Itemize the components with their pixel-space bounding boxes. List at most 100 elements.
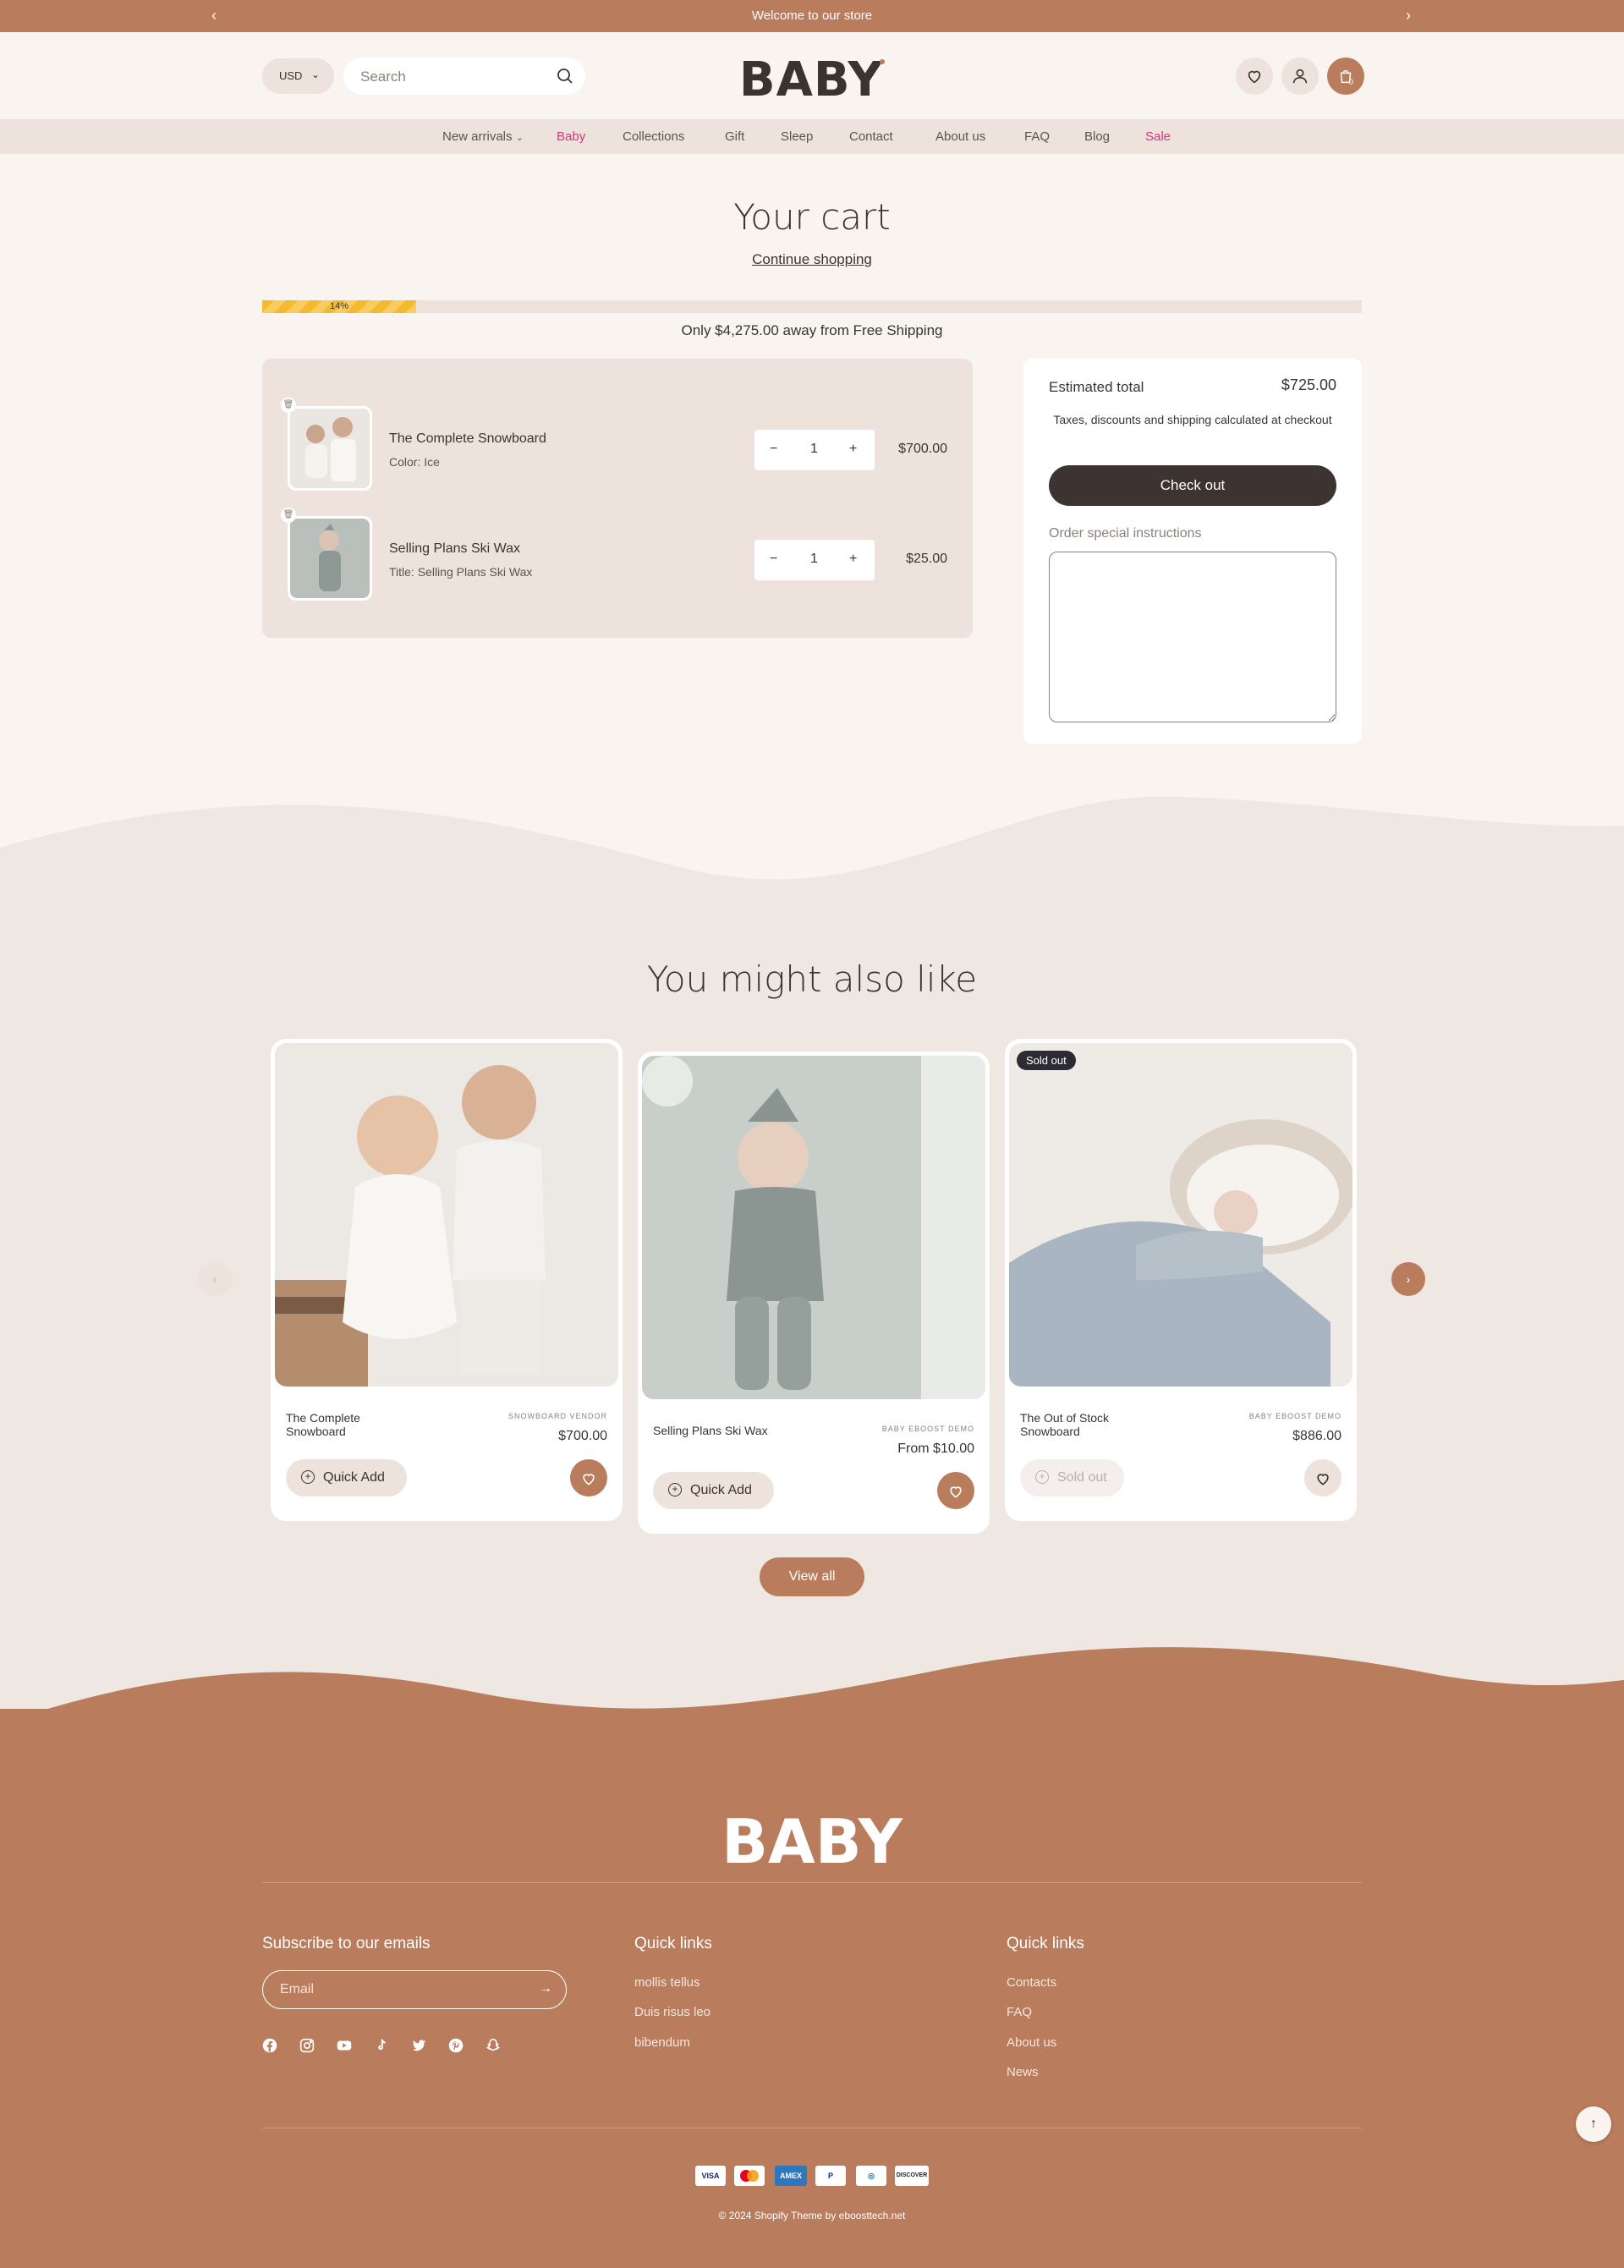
back-to-top-button[interactable]: ↑ — [1576, 2106, 1611, 2142]
tiktok-icon[interactable] — [372, 2036, 391, 2055]
special-instructions-label: Order special instructions — [1049, 526, 1202, 541]
visa-icon: VISA — [695, 2166, 726, 2186]
footer-link[interactable]: News — [1007, 2065, 1039, 2079]
view-all-button[interactable]: View all — [760, 1557, 864, 1596]
cart-item-image[interactable] — [288, 516, 372, 601]
account-button[interactable] — [1281, 58, 1319, 95]
quick-add-button[interactable]: + Quick Add — [286, 1459, 407, 1496]
site-logo[interactable]: BABY — [0, 52, 1624, 107]
cart-items-panel: 🗑 The Complete Snowboard Color: Ice − 1 … — [262, 359, 973, 638]
arrow-right-icon[interactable]: → — [539, 1981, 552, 1996]
product-card[interactable]: Sold out The Out of Stock Snowboard BABY… — [1005, 1039, 1357, 1521]
subscribe-heading: Subscribe to our emails — [262, 1935, 431, 1952]
footer-link[interactable]: Contacts — [1007, 1975, 1056, 1990]
product-price: From $10.00 — [897, 1442, 974, 1456]
site-footer: BABY Subscribe to our emails Email → Qui… — [0, 1709, 1624, 2268]
logo-text: BABY — [738, 52, 884, 107]
quick-links-heading-2: Quick links — [1007, 1935, 1084, 1952]
pinterest-icon[interactable] — [447, 2036, 465, 2055]
product-name[interactable]: Selling Plans Ski Wax — [653, 1424, 780, 1437]
newsletter-form: Email → — [262, 1970, 567, 2009]
nav-item-about-us[interactable]: About us — [935, 129, 985, 144]
cart-count: 0 — [1349, 78, 1354, 86]
footer-logo[interactable]: BABY — [0, 1806, 1624, 1877]
recommendations-title: You might also like — [646, 958, 978, 1000]
footer-link[interactable]: Duis risus leo — [634, 2005, 710, 2019]
facebook-icon[interactable] — [261, 2036, 279, 2055]
product-price: $700.00 — [558, 1429, 607, 1443]
continue-shopping-link[interactable]: Continue shopping — [752, 251, 872, 267]
quantity-stepper: − 1 + — [754, 540, 875, 580]
cart-button[interactable]: 0 — [1327, 58, 1364, 95]
instagram-icon[interactable] — [298, 2036, 316, 2055]
checkout-button[interactable]: Check out — [1049, 465, 1336, 506]
increase-quantity-button[interactable]: + — [849, 442, 857, 457]
carousel-prev-button[interactable]: ‹ — [198, 1262, 232, 1296]
nav-item-collections[interactable]: Collections — [623, 129, 684, 144]
cart-item: 🗑 The Complete Snowboard Color: Ice − 1 … — [262, 398, 973, 491]
nav-item-sleep[interactable]: Sleep — [781, 129, 813, 144]
nav-item-sale[interactable]: Sale — [1145, 129, 1171, 144]
remove-item-icon[interactable]: 🗑 — [281, 398, 296, 413]
increase-quantity-button[interactable]: + — [849, 552, 857, 567]
youtube-icon[interactable] — [335, 2036, 354, 2055]
footer-divider — [262, 1882, 1362, 1883]
nav-item-contact[interactable]: Contact — [849, 129, 893, 144]
cart-item-name[interactable]: Selling Plans Ski Wax — [389, 541, 520, 557]
footer-link[interactable]: About us — [1007, 2035, 1056, 2050]
sold-out-button[interactable]: + Sold out — [1020, 1459, 1124, 1496]
add-to-wishlist-button[interactable] — [1304, 1459, 1341, 1496]
special-instructions-field[interactable] — [1049, 552, 1336, 722]
quantity-input[interactable]: 1 — [810, 552, 818, 567]
cart-item-variant: Title: Selling Plans Ski Wax — [389, 565, 533, 579]
nav-item-baby[interactable]: Baby — [557, 129, 585, 144]
page-title: Your cart — [733, 196, 891, 238]
product-name[interactable]: The Complete Snowboard — [286, 1411, 413, 1438]
footer-link[interactable]: FAQ — [1007, 2005, 1032, 2019]
cart-item-price: $700.00 — [898, 442, 947, 456]
cart-item-price: $25.00 — [906, 552, 947, 566]
quick-links-heading-1: Quick links — [634, 1935, 712, 1952]
nav-item-new-arrivals[interactable]: New arrivals ⌄ — [442, 129, 524, 144]
nav-item-gift[interactable]: Gift — [725, 129, 744, 144]
cart-item-name[interactable]: The Complete Snowboard — [389, 431, 546, 447]
paypal-icon: P — [815, 2166, 846, 2186]
carousel-next-button[interactable]: › — [1391, 1262, 1425, 1296]
wishlist-button[interactable] — [1236, 58, 1273, 95]
heart-icon — [950, 1486, 962, 1498]
product-name[interactable]: The Out of Stock Snowboard — [1020, 1411, 1147, 1438]
email-field[interactable]: Email — [280, 1982, 314, 1997]
free-shipping-message: Only $4,275.00 away from Free Shipping — [681, 322, 943, 338]
announcement-bar: ‹ Welcome to our store › — [0, 0, 1624, 32]
cart-item-image[interactable] — [288, 406, 372, 491]
nav-item-faq[interactable]: FAQ — [1024, 129, 1050, 144]
footer-link[interactable]: mollis tellus — [634, 1975, 700, 1990]
product-image — [275, 1043, 618, 1387]
twitter-icon[interactable] — [409, 2036, 428, 2055]
product-card[interactable]: Selling Plans Ski Wax BABY EBOOST DEMO F… — [638, 1052, 990, 1534]
decrease-quantity-button[interactable]: − — [770, 442, 777, 457]
product-photo — [290, 519, 370, 598]
quantity-stepper: − 1 + — [754, 430, 875, 470]
remove-item-icon[interactable]: 🗑 — [281, 508, 296, 523]
sold-out-label: Sold out — [1057, 1470, 1107, 1485]
main-nav: New arrivals ⌄ Baby Collections Gift Sle… — [0, 119, 1624, 154]
add-to-wishlist-button[interactable] — [570, 1459, 607, 1496]
add-to-wishlist-button[interactable] — [937, 1472, 974, 1509]
continue-shopping-container: Continue shopping — [0, 251, 1624, 268]
nav-item-blog[interactable]: Blog — [1084, 129, 1110, 144]
footer-link[interactable]: bibendum — [634, 2035, 690, 2050]
quantity-input[interactable]: 1 — [810, 442, 818, 457]
product-price: $886.00 — [1292, 1429, 1341, 1443]
mastercard-icon — [734, 2166, 765, 2186]
tax-note: Taxes, discounts and shipping calculated… — [1053, 413, 1332, 426]
snapchat-icon[interactable] — [484, 2036, 502, 2055]
decrease-quantity-button[interactable]: − — [770, 552, 777, 567]
product-card[interactable]: The Complete Snowboard SNOWBOARD VENDOR … — [271, 1039, 623, 1521]
plus-circle-icon: + — [1035, 1470, 1049, 1484]
chevron-down-icon: ⌄ — [515, 133, 524, 143]
announcement-next-arrow[interactable]: › — [1406, 7, 1411, 25]
estimated-total-value: $725.00 — [1281, 376, 1336, 393]
heart-icon — [583, 1474, 595, 1485]
quick-add-button[interactable]: + Quick Add — [653, 1472, 774, 1509]
